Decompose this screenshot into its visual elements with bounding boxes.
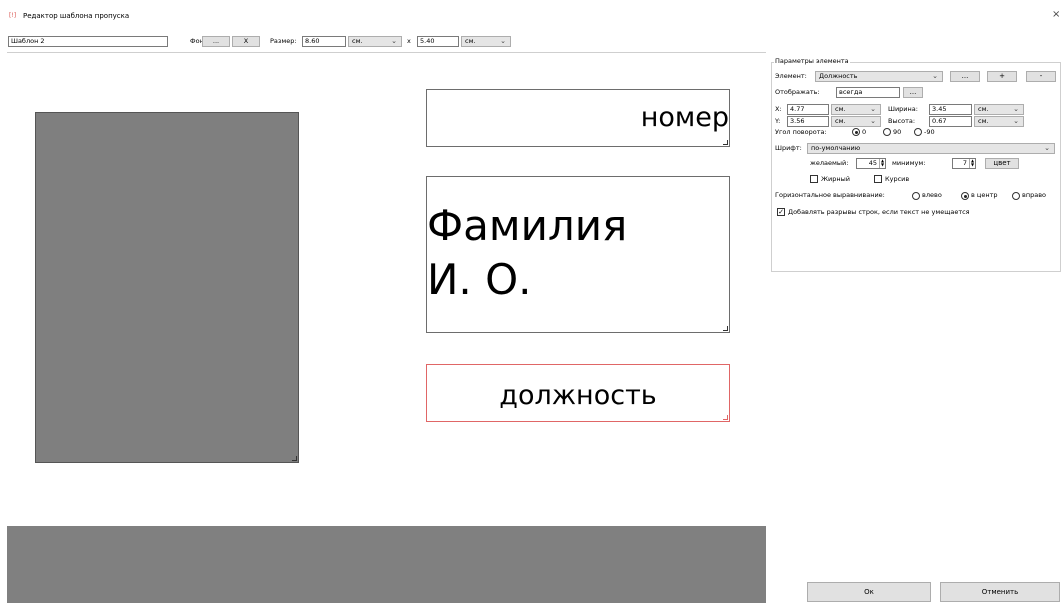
show-input[interactable]: всегда: [836, 87, 900, 98]
chevron-down-icon: ⌄: [500, 37, 506, 45]
halign-label: Горизонтальное выравнивание:: [775, 191, 885, 199]
height-label: Высота:: [888, 117, 916, 125]
show-browse-button[interactable]: ...: [903, 87, 923, 98]
app-icon: [!]: [9, 12, 17, 19]
font-label: Шрифт:: [775, 144, 802, 152]
bold-checkbox[interactable]: [810, 175, 818, 183]
chevron-down-icon: ⌄: [1013, 117, 1019, 125]
align-left-label: влево: [922, 191, 942, 199]
font-value: по-умолчанию: [811, 144, 861, 152]
resize-grip-icon[interactable]: [292, 456, 297, 461]
chevron-down-icon: ⌄: [1013, 105, 1019, 113]
element-width-input[interactable]: 3.45: [929, 104, 972, 115]
resize-grip-icon[interactable]: [723, 415, 728, 420]
wrap-lines-checkbox[interactable]: ✓: [777, 208, 785, 216]
show-label: Отображать:: [775, 88, 820, 96]
position-field-text: должность: [499, 380, 657, 411]
size-label: Размер:: [270, 37, 297, 45]
height-unit-select[interactable]: см. ⌄: [461, 36, 511, 47]
x-label: X:: [775, 105, 782, 113]
rotation-minus90-radio[interactable]: [914, 128, 922, 136]
ok-button[interactable]: Ок: [807, 582, 931, 602]
width-unit-select[interactable]: см. ⌄: [348, 36, 402, 47]
rotation-minus90-label: -90: [924, 128, 935, 136]
rotation-90-radio[interactable]: [883, 128, 891, 136]
position-field-element[interactable]: должность: [426, 364, 730, 422]
width-unit-value: см.: [352, 37, 363, 45]
width-input[interactable]: 8.60: [302, 36, 346, 47]
chevron-down-icon: ⌄: [391, 37, 397, 45]
element-height-input[interactable]: 0.67: [929, 116, 972, 127]
toolbar: Шаблон 2 Фон: ... X Размер: 8.60 см. ⌄ x…: [0, 30, 1063, 50]
rotation-0-label: 0: [862, 128, 867, 136]
width-label: Ширина:: [888, 105, 918, 113]
color-button[interactable]: цвет: [985, 158, 1019, 169]
bold-label: Жирный: [821, 175, 850, 183]
height-unit-value: см.: [465, 37, 476, 45]
min-size-spinner[interactable]: 7 ▲ ▼: [952, 158, 976, 169]
min-size-label: минимум:: [892, 159, 926, 167]
desired-size-value: 45: [868, 159, 877, 167]
params-legend: Параметры элемента: [774, 57, 850, 65]
photo-placeholder[interactable]: [35, 112, 299, 463]
rotation-90-label: 90: [893, 128, 902, 136]
spinner-arrows-icon[interactable]: ▲ ▼: [879, 159, 885, 168]
remove-element-button[interactable]: -: [1026, 71, 1056, 82]
element-value: Должность: [819, 72, 858, 80]
align-right-radio[interactable]: [1012, 192, 1020, 200]
background-clear-button[interactable]: X: [232, 36, 260, 47]
align-center-label: в центр: [971, 191, 998, 199]
spinner-arrows-icon[interactable]: ▲ ▼: [969, 159, 975, 168]
height-input[interactable]: 5.40: [417, 36, 459, 47]
x-input[interactable]: 4.77: [787, 104, 829, 115]
rotation-label: Угол поворота:: [775, 128, 827, 136]
rotation-0-radio[interactable]: [852, 128, 860, 136]
cancel-button[interactable]: Отменить: [940, 582, 1060, 602]
title-bar: [!] Редактор шаблона пропуска ×: [0, 0, 1063, 30]
resize-grip-icon[interactable]: [723, 140, 728, 145]
y-unit-select[interactable]: см. ⌄: [831, 116, 881, 127]
element-select[interactable]: Должность ⌄: [815, 71, 943, 82]
window-title: Редактор шаблона пропуска: [23, 12, 130, 20]
element-label: Элемент:: [775, 72, 807, 80]
y-input[interactable]: 3.56: [787, 116, 829, 127]
align-left-radio[interactable]: [912, 192, 920, 200]
times-label: x: [407, 37, 411, 45]
x-unit-select[interactable]: см. ⌄: [831, 104, 881, 115]
add-element-button[interactable]: +: [987, 71, 1017, 82]
number-field-element[interactable]: номер: [426, 89, 730, 147]
wrap-lines-label: Добавлять разрывы строк, если текст не у…: [788, 208, 970, 216]
font-select[interactable]: по-умолчанию ⌄: [807, 143, 1055, 154]
close-icon[interactable]: ×: [1052, 9, 1060, 20]
italic-label: Курсив: [885, 175, 910, 183]
align-center-radio[interactable]: [961, 192, 969, 200]
y-label: Y:: [775, 117, 781, 125]
name-field-text: Фамилия И. О.: [427, 201, 628, 304]
element-height-unit-value: см.: [978, 117, 989, 125]
x-unit-value: см.: [835, 105, 846, 113]
resize-grip-icon[interactable]: [723, 326, 728, 331]
italic-checkbox[interactable]: [874, 175, 882, 183]
chevron-down-icon: ⌄: [1044, 144, 1050, 152]
desired-size-spinner[interactable]: 45 ▲ ▼: [856, 158, 886, 169]
background-browse-button[interactable]: ...: [202, 36, 230, 47]
template-name-input[interactable]: Шаблон 2: [8, 36, 168, 47]
canvas-margin: [7, 526, 766, 603]
chevron-down-icon: ⌄: [932, 72, 938, 80]
element-width-unit-select[interactable]: см. ⌄: [974, 104, 1024, 115]
y-unit-value: см.: [835, 117, 846, 125]
element-height-unit-select[interactable]: см. ⌄: [974, 116, 1024, 127]
name-field-element[interactable]: Фамилия И. О.: [426, 176, 730, 333]
desired-size-label: желаемый:: [810, 159, 849, 167]
align-right-label: вправо: [1022, 191, 1046, 199]
number-field-text: номер: [640, 102, 729, 133]
min-size-value: 7: [962, 159, 967, 167]
element-width-unit-value: см.: [978, 105, 989, 113]
chevron-down-icon: ⌄: [870, 117, 876, 125]
chevron-down-icon: ⌄: [870, 105, 876, 113]
element-browse-button[interactable]: ...: [950, 71, 980, 82]
